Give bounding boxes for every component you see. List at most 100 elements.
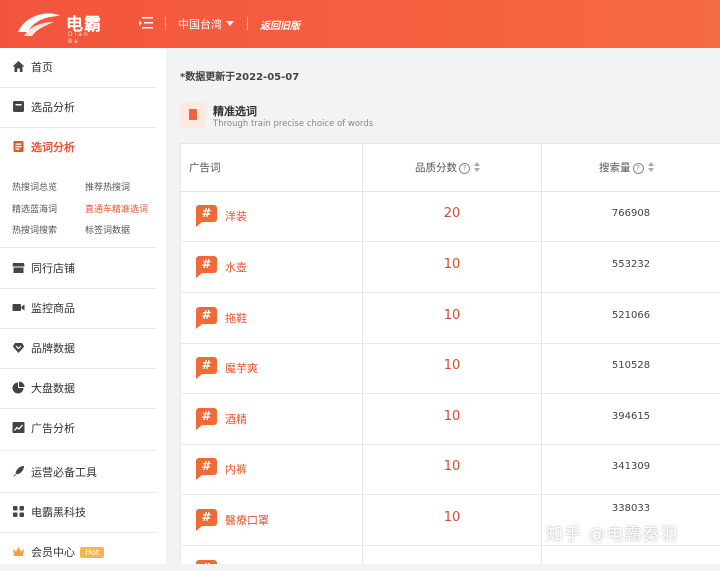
sidebar-item-competitor-stores[interactable]: 同行店铺 (0, 249, 156, 287)
hot-badge: Hot (80, 547, 105, 558)
search-volume: 521066 (611, 310, 651, 321)
pie-chart-icon (12, 381, 25, 394)
sidebar-item-label: 会员中心 Hot (31, 544, 105, 560)
search-volume: 338033 (611, 503, 651, 514)
keyword-link[interactable]: 洋装 (225, 208, 247, 224)
column-header-label: 搜索量 (599, 162, 631, 174)
hashtag-icon: # (196, 205, 217, 227)
search-volume: 553232 (611, 259, 651, 270)
caret-down-icon (226, 21, 234, 26)
logo[interactable]: 电霸 Dian Ba (14, 8, 104, 45)
quality-score: 10 (443, 409, 461, 424)
column-header-keyword: 广告词 (189, 162, 221, 174)
search-volume: 766908 (611, 208, 651, 219)
store-icon (12, 263, 25, 273)
subnav-recommended-hot-words[interactable]: 推荐热搜词 (85, 180, 130, 193)
update-note: *数据更新于2022-05-07 (180, 72, 300, 83)
table-row: # 洋装 20 766908 (181, 191, 720, 242)
crown-icon (13, 547, 24, 556)
sidebar-item-label: 广告分析 (31, 422, 75, 435)
brand-subname: Dian Ba (68, 31, 90, 45)
rocket-icon (13, 466, 24, 477)
table-row: # 魔芋爽 10 510528 (181, 343, 720, 394)
keyword-table: 广告词 品质分数? 搜索量? # 洋装 20 766908 # 水壺 10 55… (180, 143, 720, 564)
sidebar-item-label: 品牌数据 (31, 342, 75, 355)
keyword-link[interactable]: 酒精 (225, 411, 247, 427)
quality-score: 10 (443, 510, 461, 525)
words-icon (13, 141, 24, 152)
sidebar: 首页 选品分析 选词分析 热搜词总览 推荐热搜词 精选蓝海词 直通车精准选词 热… (0, 48, 166, 564)
sidebar-item-product-analysis[interactable]: 选品分析 (0, 88, 156, 126)
hashtag-icon: # (196, 458, 217, 480)
subnav-hot-words-overview[interactable]: 热搜词总览 (12, 180, 57, 193)
hashtag-icon: # (196, 256, 217, 278)
help-icon[interactable]: ? (459, 163, 470, 174)
hashtag-icon: # (196, 357, 217, 379)
sidebar-item-member-center[interactable]: 会员中心 Hot (0, 533, 156, 571)
watermark: 知乎 @电霸秦羽 (546, 525, 679, 545)
search-volume: 341309 (611, 461, 651, 472)
sidebar-item-monitor-products[interactable]: 监控商品 (0, 289, 156, 327)
quality-score: 20 (443, 206, 461, 221)
keyword-link[interactable]: 内裤 (225, 461, 247, 477)
sidebar-item-keyword-analysis[interactable]: 选词分析 (0, 128, 156, 166)
menu-toggle-icon[interactable] (138, 16, 154, 30)
quality-score: 10 (443, 308, 461, 323)
table-row: # (181, 546, 720, 564)
table-row: # 内裤 10 341309 (181, 444, 720, 495)
sidebar-item-home[interactable]: 首页 (0, 48, 156, 86)
page-title: 精准选词 (213, 105, 257, 118)
table-row: # 水壺 10 553232 (181, 242, 720, 293)
divider (0, 247, 156, 248)
sidebar-item-label: 运营必备工具 (31, 466, 97, 479)
brand-logo-icon (18, 13, 60, 36)
page-subtitle: Through train precise choice of words (213, 119, 374, 129)
keyword-link[interactable]: 水壺 (225, 259, 247, 275)
sidebar-item-operation-tools[interactable]: 运营必备工具 (0, 453, 156, 491)
table-row: # 酒精 10 394615 (181, 394, 720, 445)
brand-icon (12, 343, 25, 353)
column-header-search-volume[interactable]: 搜索量? (599, 160, 654, 175)
sidebar-item-label: 首页 (31, 61, 53, 74)
camera-icon (12, 304, 25, 311)
region-selector[interactable]: 中国台湾 (178, 16, 234, 32)
table-header: 广告词 品质分数? 搜索量? (181, 143, 720, 192)
sidebar-item-label: 电霸黑科技 (31, 506, 86, 519)
subnav-hot-word-search[interactable]: 热搜词搜索 (12, 223, 57, 236)
region-label: 中国台湾 (178, 18, 222, 31)
sidebar-item-ad-analysis[interactable]: 广告分析 (0, 409, 156, 447)
table-row: # 拖鞋 10 521066 (181, 293, 720, 344)
sidebar-item-brand-data[interactable]: 品牌数据 (0, 329, 156, 367)
search-volume: 394615 (611, 411, 651, 422)
sidebar-item-label: 选品分析 (31, 101, 75, 114)
sort-icon[interactable] (474, 162, 480, 172)
search-volume: 510528 (611, 360, 651, 371)
trend-chart-icon (12, 422, 25, 433)
card-header: 精准选词 Through train precise choice of wor… (180, 102, 400, 132)
keyword-link[interactable]: 拖鞋 (225, 310, 247, 326)
quality-score: 10 (443, 257, 461, 272)
hashtag-icon: # (196, 509, 217, 531)
grid-icon (13, 506, 24, 517)
hashtag-icon: # (196, 560, 217, 564)
old-version-link[interactable]: 返回旧版 (260, 17, 300, 32)
divider (165, 17, 166, 30)
subnav-precise-words[interactable]: 直通车精准选词 (85, 202, 148, 215)
quality-score: 10 (443, 358, 461, 373)
column-header-quality-score[interactable]: 品质分数? (415, 160, 480, 175)
sidebar-item-black-tech[interactable]: 电霸黑科技 (0, 493, 156, 531)
column-header-label: 品质分数 (415, 162, 457, 174)
sort-icon[interactable] (647, 162, 654, 172)
sidebar-item-label: 监控商品 (31, 302, 75, 315)
sidebar-item-label: 选词分析 (31, 141, 75, 154)
home-icon (12, 61, 25, 72)
hashtag-icon: # (196, 307, 217, 329)
keyword-link[interactable]: 醫療口罩 (225, 512, 269, 528)
sidebar-item-market-data[interactable]: 大盘数据 (0, 369, 156, 407)
book-icon (180, 102, 206, 128)
subnav-blue-ocean-words[interactable]: 精选蓝海词 (12, 202, 57, 215)
help-icon[interactable]: ? (632, 163, 644, 174)
subnav-tag-word-data[interactable]: 标签词数据 (85, 223, 130, 236)
keyword-link[interactable]: 魔芋爽 (225, 360, 258, 376)
divider (0, 450, 156, 451)
